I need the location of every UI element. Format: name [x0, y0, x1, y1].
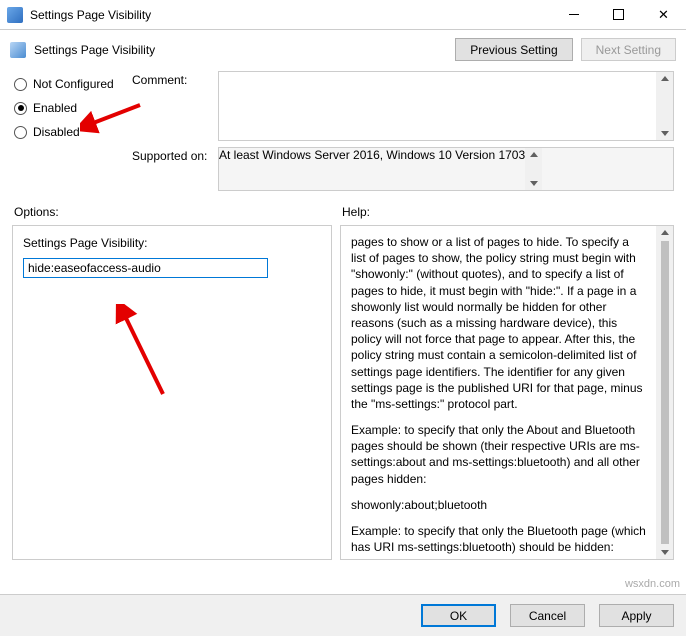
- radio-label: Disabled: [33, 125, 80, 139]
- next-setting-button: Next Setting: [581, 38, 676, 61]
- radio-icon: [14, 102, 27, 115]
- maximize-button[interactable]: [596, 0, 641, 30]
- options-field-label: Settings Page Visibility:: [23, 236, 321, 250]
- radio-label: Enabled: [33, 101, 77, 115]
- policy-form: Not Configured Enabled Disabled Comment:…: [0, 65, 686, 197]
- cancel-button[interactable]: Cancel: [510, 604, 585, 627]
- help-text: Example: to specify that only the About …: [351, 422, 646, 487]
- dialog-footer: OK Cancel Apply: [0, 594, 686, 636]
- radio-icon: [14, 126, 27, 139]
- scrollbar: [525, 148, 542, 190]
- options-section-label: Options:: [14, 205, 342, 219]
- radio-label: Not Configured: [33, 77, 114, 91]
- window-titlebar: Settings Page Visibility: [0, 0, 686, 30]
- radio-enabled[interactable]: Enabled: [14, 101, 132, 115]
- comment-value: [219, 72, 656, 140]
- help-text: pages to show or a list of pages to hide…: [351, 234, 646, 412]
- settings-visibility-input[interactable]: [23, 258, 268, 278]
- ok-button[interactable]: OK: [421, 604, 496, 627]
- section-labels: Options: Help:: [0, 197, 686, 225]
- policy-icon: [10, 42, 26, 58]
- supported-on-box: At least Windows Server 2016, Windows 10…: [218, 147, 674, 191]
- close-button[interactable]: [641, 0, 686, 30]
- policy-title: Settings Page Visibility: [34, 43, 447, 57]
- help-text: Example: to specify that only the Blueto…: [351, 523, 646, 555]
- radio-not-configured[interactable]: Not Configured: [14, 77, 132, 91]
- scrollbar[interactable]: [656, 226, 673, 559]
- window-title: Settings Page Visibility: [30, 8, 551, 22]
- previous-setting-button[interactable]: Previous Setting: [455, 38, 572, 61]
- supported-label: Supported on:: [132, 147, 218, 191]
- comment-label: Comment:: [132, 71, 218, 141]
- policy-header: Settings Page Visibility Previous Settin…: [0, 30, 686, 65]
- supported-value: At least Windows Server 2016, Windows 10…: [219, 148, 525, 190]
- radio-icon: [14, 78, 27, 91]
- help-section-label: Help:: [342, 205, 370, 219]
- apply-button[interactable]: Apply: [599, 604, 674, 627]
- minimize-button[interactable]: [551, 0, 596, 30]
- help-pane: pages to show or a list of pages to hide…: [340, 225, 674, 560]
- app-icon: [7, 7, 23, 23]
- comment-textarea[interactable]: [218, 71, 674, 141]
- state-radios: Not Configured Enabled Disabled: [14, 71, 132, 197]
- help-text: showonly:about;bluetooth: [351, 497, 646, 513]
- scrollbar[interactable]: [656, 72, 673, 140]
- options-pane: Settings Page Visibility:: [12, 225, 332, 560]
- radio-disabled[interactable]: Disabled: [14, 125, 132, 139]
- watermark: wsxdn.com: [625, 578, 680, 590]
